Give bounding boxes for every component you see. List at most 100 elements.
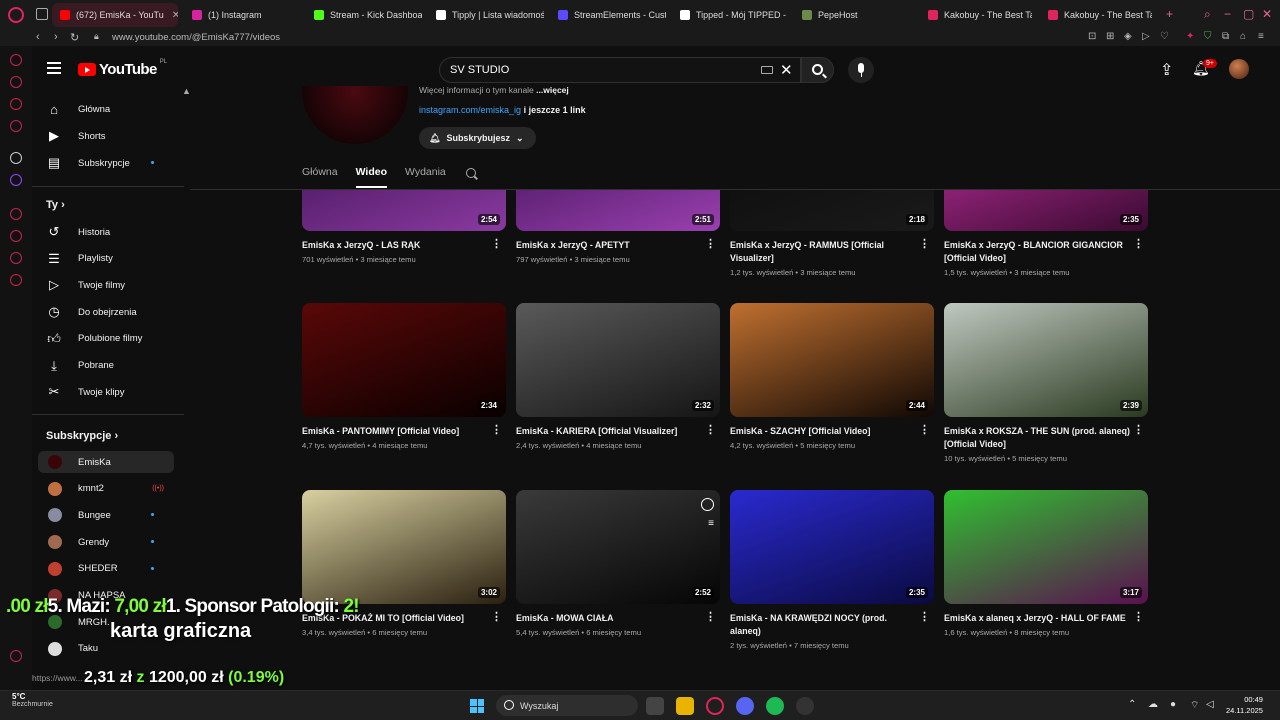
video-card[interactable]: 2:44 ⋮ EmisKa - SZACHY [Official Video] 4,2… bbox=[730, 303, 934, 450]
video-menu-icon[interactable]: ⋮ bbox=[1133, 425, 1144, 436]
channel-description[interactable]: Więcej informacji o tym kanale ...więcej bbox=[419, 85, 569, 95]
video-card[interactable]: 2:34 ⋮ EmisKa - PANTOMIMY [Official Video]… bbox=[302, 303, 506, 450]
volume-icon[interactable]: ◁ bbox=[1206, 699, 1214, 710]
video-menu-icon[interactable]: ⋮ bbox=[491, 425, 502, 436]
account-avatar[interactable] bbox=[1229, 59, 1249, 79]
puzzle-icon[interactable]: ⧉ bbox=[1222, 31, 1229, 42]
reload-icon[interactable]: ↻ bbox=[70, 31, 79, 44]
channel-search-icon[interactable] bbox=[466, 168, 476, 178]
search-button[interactable] bbox=[801, 57, 834, 83]
extension-icon[interactable]: ⊞ bbox=[1106, 31, 1114, 42]
video-thumbnail[interactable]: 2:39 bbox=[944, 303, 1148, 417]
sidebar-item-downloads[interactable]: ⤓ Pobrane bbox=[46, 355, 174, 377]
menu-icon[interactable]: ≡ bbox=[1258, 31, 1264, 42]
browser-app-icon[interactable] bbox=[706, 697, 724, 715]
maximize-icon[interactable]: ▢ bbox=[1243, 7, 1254, 21]
video-thumbnail[interactable]: 2:35 bbox=[944, 190, 1148, 231]
tab-releases[interactable]: Wydania bbox=[405, 166, 446, 188]
video-menu-icon[interactable]: ⋮ bbox=[919, 612, 930, 623]
twitch-icon[interactable] bbox=[10, 174, 22, 186]
sidebar-item-liked[interactable]: 👍︎ Polubione filmy bbox=[46, 328, 174, 350]
browser-tab[interactable]: Stream - Kick Dashboa bbox=[306, 3, 422, 27]
video-card[interactable]: 2:35 ⋮ EmisKa - NA KRAWĘDZI NOCY (prod. al… bbox=[730, 490, 934, 650]
video-card[interactable]: 2:35 ⋮ EmisKa x JerzyQ - BLANCIOR GIGANCIO… bbox=[944, 190, 1148, 277]
url-field[interactable]: www.youtube.com/@EmisKa777/videos bbox=[112, 32, 280, 43]
subscription-item[interactable]: SHEDER bbox=[38, 558, 174, 580]
sidebar-item-subscriptions[interactable]: ▤ Subskrypcje bbox=[46, 152, 174, 174]
tab-videos[interactable]: Wideo bbox=[355, 166, 388, 188]
side-panel-icon[interactable] bbox=[10, 230, 22, 242]
video-thumbnail[interactable]: 2:51 bbox=[516, 190, 720, 231]
youtube-logo[interactable]: YouTube PL bbox=[78, 59, 167, 78]
video-menu-icon[interactable]: ⋮ bbox=[919, 239, 930, 250]
sidebar-item-history[interactable]: ↺ Historia bbox=[46, 221, 174, 243]
keyboard-icon[interactable] bbox=[761, 66, 773, 74]
sidebar-item-playlists[interactable]: ☰ Playlisty bbox=[46, 248, 174, 270]
video-thumbnail[interactable]: 2:35 bbox=[730, 490, 934, 604]
discord-icon[interactable] bbox=[736, 697, 754, 715]
video-menu-icon[interactable]: ⋮ bbox=[919, 425, 930, 436]
wifi-icon[interactable]: ⌔ bbox=[1190, 699, 1199, 712]
profile-icon[interactable]: ⌂ bbox=[1240, 31, 1246, 42]
browser-tab[interactable]: PepeHost bbox=[794, 3, 910, 27]
video-card[interactable]: 2:54 ⋮ EmisKa x JerzyQ - LAS RĄK 701 wyświe… bbox=[302, 190, 506, 264]
video-menu-icon[interactable]: ⋮ bbox=[705, 239, 716, 250]
subscribed-button[interactable]: 🔔︎ Subskrybujesz ⌄ bbox=[419, 127, 536, 149]
side-panel-icon[interactable] bbox=[10, 208, 22, 220]
tab-switcher-icon[interactable] bbox=[36, 8, 48, 20]
sidebar-item-watch-later[interactable]: ◷ Do obejrzenia bbox=[46, 301, 174, 323]
video-thumbnail[interactable]: 3:17 bbox=[944, 490, 1148, 604]
channel-link[interactable]: instagram.com/emiska_ig bbox=[419, 105, 521, 115]
search-input[interactable]: SV STUDIO ✕ bbox=[439, 57, 801, 83]
video-thumbnail[interactable]: 3:02 bbox=[302, 490, 506, 604]
task-view-icon[interactable] bbox=[646, 697, 664, 715]
video-title[interactable]: EmisKa - PANTOMIMY [Official Video] bbox=[302, 425, 506, 438]
video-title[interactable]: EmisKa - NA KRAWĘDZI NOCY (prod. alaneq) bbox=[730, 612, 934, 638]
tray-mic-icon[interactable]: ● bbox=[1170, 699, 1176, 710]
side-panel-icon[interactable] bbox=[10, 274, 22, 286]
side-panel-icon[interactable] bbox=[10, 120, 22, 132]
weather-widget[interactable]: 5°C Bezchmurnie bbox=[12, 692, 53, 708]
browser-tab[interactable]: StreamElements - Custo bbox=[550, 3, 666, 27]
bookmark-icon[interactable]: ⊡ bbox=[1088, 31, 1096, 42]
voice-search-button[interactable] bbox=[848, 57, 874, 83]
close-window-icon[interactable]: ✕ bbox=[1262, 7, 1272, 21]
tab-home[interactable]: Główna bbox=[302, 166, 338, 188]
video-card[interactable]: 2:39 ⋮ EmisKa x ROKSZA - THE SUN (prod. al… bbox=[944, 303, 1148, 463]
side-panel-icon[interactable] bbox=[10, 76, 22, 88]
video-menu-icon[interactable]: ⋮ bbox=[705, 612, 716, 623]
sidebar-item-home[interactable]: ⌂ Główna bbox=[46, 98, 174, 120]
video-thumbnail[interactable]: 2:32 bbox=[516, 303, 720, 417]
subscriptions-section-header[interactable]: Subskrypcje › bbox=[46, 430, 118, 442]
video-card[interactable]: 2:52 ≡ ⋮ EmisKa - MOWA CIAŁA 5,4 tys. wyświe… bbox=[516, 490, 720, 637]
spotify-icon[interactable] bbox=[766, 697, 784, 715]
browser-logo-icon[interactable] bbox=[8, 7, 24, 23]
video-thumbnail[interactable]: 2:52 ≡ bbox=[516, 490, 720, 604]
browser-tab[interactable]: (1) Instagram bbox=[184, 3, 300, 27]
add-to-queue-icon[interactable]: ≡ bbox=[708, 518, 714, 529]
more-links[interactable]: i jeszcze 1 link bbox=[524, 105, 586, 115]
subscription-item[interactable]: kmnt2 ((•)) bbox=[38, 478, 174, 500]
browser-tab[interactable]: (672) EmisKa - YouTu ✕ bbox=[52, 3, 178, 27]
video-menu-icon[interactable]: ⋮ bbox=[705, 425, 716, 436]
browser-tab[interactable]: Tipped - Mój TIPPED - T bbox=[672, 3, 788, 27]
video-title[interactable]: EmisKa x JerzyQ - LAS RĄK bbox=[302, 239, 506, 252]
sidebar-item-shorts[interactable]: ▶ Shorts bbox=[46, 125, 174, 147]
channel-avatar[interactable] bbox=[302, 86, 408, 144]
video-title[interactable]: EmisKa x JerzyQ - RAMMUS [Official Visua… bbox=[730, 239, 934, 265]
video-menu-icon[interactable]: ⋮ bbox=[1133, 239, 1144, 250]
you-section-header[interactable]: Ty › bbox=[46, 199, 65, 211]
clear-search-icon[interactable]: ✕ bbox=[780, 61, 793, 79]
video-title[interactable]: EmisKa x JerzyQ - APETYT bbox=[516, 239, 720, 252]
video-title[interactable]: EmisKa - SZACHY [Official Video] bbox=[730, 425, 934, 438]
video-card[interactable]: 2:18 ⋮ EmisKa x JerzyQ - RAMMUS [Official … bbox=[730, 190, 934, 277]
watch-later-icon[interactable] bbox=[701, 498, 714, 511]
subscription-item[interactable]: Grendy bbox=[38, 531, 174, 553]
tray-app-icon[interactable]: ☁ bbox=[1148, 699, 1158, 710]
side-panel-icon[interactable] bbox=[10, 98, 22, 110]
side-panel-icon[interactable] bbox=[10, 152, 22, 164]
video-title[interactable]: EmisKa x JerzyQ - BLANCIOR GIGANCIOR [Of… bbox=[944, 239, 1148, 265]
forward-icon[interactable]: › bbox=[54, 31, 58, 43]
subscription-item[interactable]: EmisKa bbox=[38, 451, 174, 473]
browser-tab[interactable]: Tipply | Lista wiadomości bbox=[428, 3, 544, 27]
